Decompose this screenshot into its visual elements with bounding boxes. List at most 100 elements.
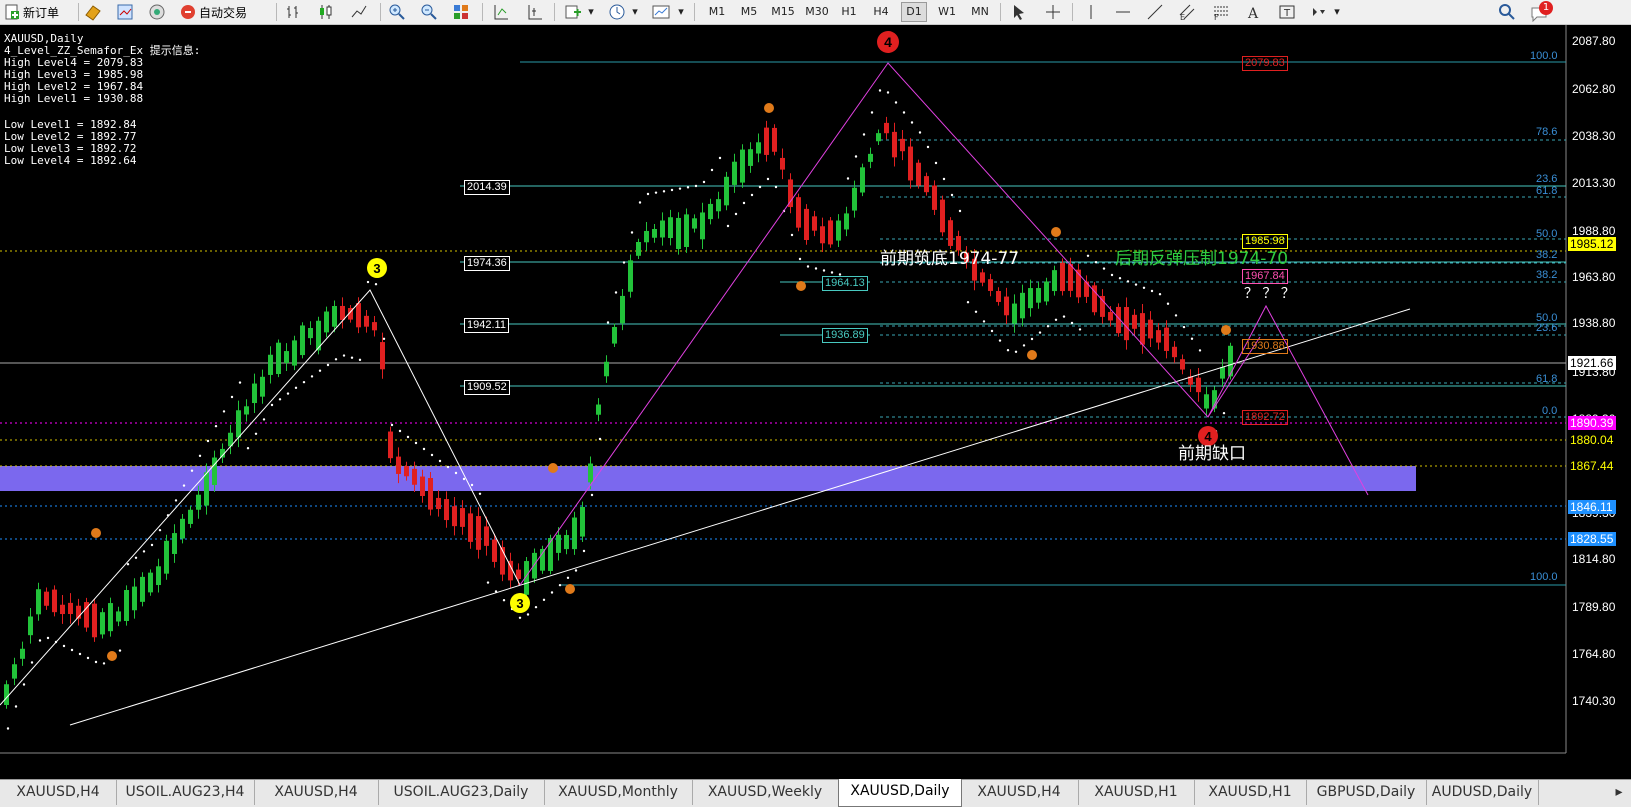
sar-dot [270, 403, 274, 407]
chart-tab[interactable]: XAUUSD,H4 [254, 780, 379, 805]
tabs-scroll-right-icon[interactable]: ▸ [1608, 780, 1630, 805]
templates-icon[interactable] [652, 3, 670, 21]
chart-tab[interactable]: XAUUSD,Monthly [544, 780, 693, 805]
sar-dot [142, 550, 146, 553]
notification-badge: 1 [1539, 1, 1553, 15]
auto-trade-button[interactable]: 自动交易 [180, 2, 247, 22]
sar-dot [758, 185, 762, 189]
sar-dot [246, 447, 250, 450]
candle-body [1196, 377, 1201, 393]
candle-body [1100, 295, 1105, 317]
timeframe-mn[interactable]: MN [966, 3, 994, 21]
candle-body [252, 383, 257, 404]
sar-dot [438, 459, 442, 463]
chart-tab[interactable]: USOIL.AUG23,Daily [378, 780, 545, 805]
templates-dropdown-icon[interactable]: ▾ [676, 3, 686, 21]
sar-dot [750, 193, 754, 197]
periodicity-dropdown-icon[interactable]: ▾ [630, 3, 640, 21]
sar-dot [798, 257, 802, 261]
candle-body [1172, 346, 1177, 358]
chart-tab[interactable]: XAUUSD,H1 [1194, 780, 1307, 805]
indicators-icon[interactable] [564, 3, 582, 21]
sar-dot [1174, 314, 1178, 317]
cursor-icon[interactable] [1010, 3, 1028, 21]
chart-tab[interactable]: XAUUSD,H4 [0, 780, 117, 805]
zoom-in-icon[interactable] [388, 3, 406, 21]
candle-body [676, 217, 681, 250]
candle-body [892, 131, 897, 158]
fib-label-382: 38.2 [1536, 249, 1558, 261]
candle-body [420, 476, 425, 496]
price-chart[interactable]: 3 3 4 4 [0, 25, 1631, 779]
candlestick-icon[interactable] [316, 3, 334, 21]
chart-tab[interactable]: XAUUSD,H1 [1078, 780, 1195, 805]
timeframe-h4[interactable]: H4 [868, 3, 894, 21]
timeframe-m1[interactable]: M1 [704, 3, 730, 21]
candle-body [652, 228, 657, 238]
notifications-button[interactable]: 1 [1530, 1, 1556, 24]
candle-body [132, 586, 137, 611]
timeframe-d1[interactable]: D1 [901, 2, 927, 22]
sar-dot [902, 111, 906, 114]
chart-tab[interactable]: XAUUSD,Weekly [692, 780, 839, 805]
timeframe-h1[interactable]: H1 [836, 3, 862, 21]
sar-dot [118, 649, 122, 652]
timeframe-m30[interactable]: M30 [802, 3, 832, 21]
candle-body [148, 572, 153, 593]
tile-windows-icon[interactable] [452, 3, 470, 21]
candle-body [1012, 303, 1017, 324]
candle-body [940, 199, 945, 233]
sar-dot [718, 156, 722, 160]
candle-body [28, 616, 33, 636]
chart-tab[interactable]: AUDUSD,Daily [1426, 780, 1539, 805]
vertical-line-icon[interactable] [1082, 3, 1100, 21]
candle-body [308, 328, 313, 339]
chart-shift-icon[interactable] [492, 3, 510, 21]
candle-body [396, 456, 401, 474]
text-label-icon[interactable]: T [1278, 3, 1296, 21]
sar-dot [374, 282, 378, 286]
sar-dot [238, 381, 242, 384]
new-order-button[interactable]: 新订单 [4, 2, 59, 22]
boxed-level-2014: 2014.39 [464, 180, 510, 195]
arrows-dropdown-icon[interactable]: ▾ [1332, 3, 1342, 21]
chart-tab[interactable]: XAUUSD,Daily [838, 779, 962, 807]
chart-window[interactable]: 3 3 4 4 XAUUSD,Daily 4_Level_ZZ_Semafor_… [0, 25, 1631, 798]
sar-dot [486, 581, 490, 584]
equidistant-channel-icon[interactable]: E [1178, 3, 1196, 21]
sar-dot [38, 639, 42, 642]
candle-body [68, 602, 73, 615]
horizontal-line-icon[interactable] [1114, 3, 1132, 21]
fibonacci-icon[interactable]: F [1212, 3, 1230, 21]
crosshair-icon[interactable] [1044, 3, 1062, 21]
trendline-icon[interactable] [1146, 3, 1164, 21]
sar-dot [214, 424, 218, 428]
candle-body [1156, 330, 1161, 343]
navigator-icon[interactable] [148, 3, 166, 21]
sar-dot [262, 418, 266, 421]
sar-dot [1134, 283, 1138, 286]
candle-body [868, 153, 873, 162]
history-icon[interactable] [116, 3, 134, 21]
search-icon[interactable] [1498, 3, 1516, 21]
indicators-dropdown-icon[interactable]: ▾ [586, 3, 596, 21]
chart-tab[interactable]: XAUUSD,H4 [960, 780, 1079, 805]
text-tool-icon[interactable]: A [1244, 3, 1262, 21]
timeframe-w1[interactable]: W1 [934, 3, 960, 21]
periodicity-icon[interactable] [608, 3, 626, 21]
zoom-out-icon[interactable] [420, 3, 438, 21]
sar-dot [158, 528, 162, 532]
market-watch-icon[interactable] [84, 3, 102, 21]
candle-body [1044, 281, 1049, 302]
sar-dot [78, 652, 82, 656]
bar-chart-icon[interactable] [284, 3, 302, 21]
timeframe-m5[interactable]: M5 [736, 3, 762, 21]
price-axis-label: 2087.80 [1572, 34, 1616, 48]
candle-body [564, 535, 569, 550]
auto-scroll-icon[interactable] [526, 3, 544, 21]
chart-tab[interactable]: USOIL.AUG23,H4 [116, 780, 255, 805]
arrows-icon[interactable] [1310, 3, 1328, 21]
chart-tab[interactable]: GBPUSD,Daily [1306, 780, 1427, 805]
line-chart-icon[interactable] [350, 3, 368, 21]
timeframe-m15[interactable]: M15 [768, 3, 798, 21]
